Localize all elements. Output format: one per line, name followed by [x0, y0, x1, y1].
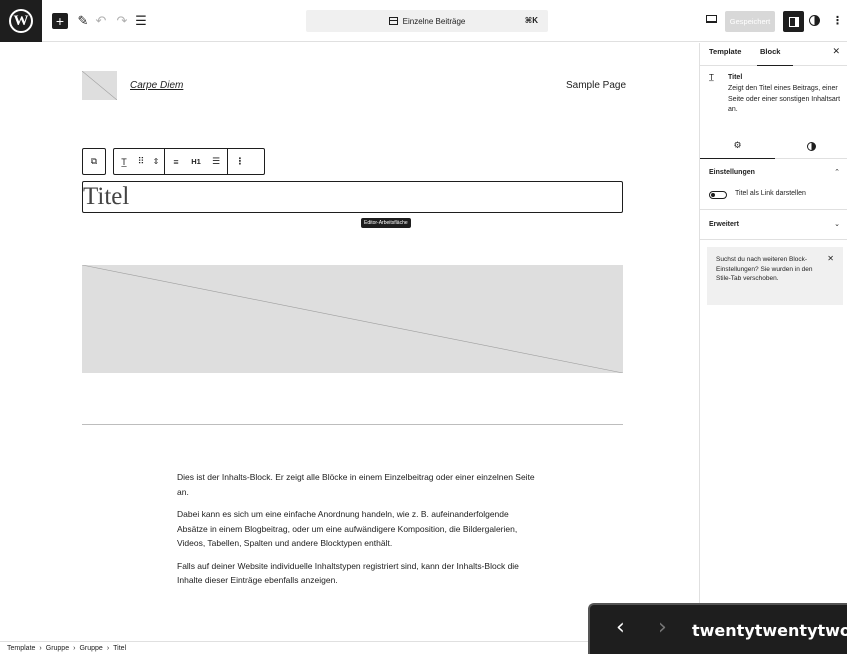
breadcrumb-item[interactable]: Titel	[113, 645, 126, 652]
settings-panel: Einstellungen ⌃ Titel als Link darstelle…	[700, 160, 847, 210]
advanced-panel[interactable]: Erweitert ⌄	[700, 210, 847, 240]
content-paragraph[interactable]: Dabei kann es sich um eine einfache Anor…	[177, 507, 537, 551]
site-title[interactable]: Carpe Diem	[130, 80, 183, 91]
title-block-icon[interactable]: T̲	[114, 149, 134, 174]
move-up-down-icon[interactable]: ⇕	[148, 149, 164, 174]
close-icon[interactable]: ✕	[832, 46, 840, 57]
block-toolbar: T̲ ⠿ ⇕ ≡ H1 ☰ ⋮	[113, 148, 265, 175]
chevron-right-icon: ›	[73, 644, 76, 652]
chevron-right-icon[interactable]: ›	[658, 615, 667, 641]
top-toolbar: W + ✎ ↶ ↷ ☰ Einzelne Beiträge ⌘K Gespeic…	[0, 0, 847, 42]
title-block-icon: T̲	[709, 73, 714, 82]
block-description: Zeigt den Titel eines Beitrags, einer Se…	[728, 85, 841, 113]
document-overview-icon[interactable]: ☰	[134, 13, 148, 29]
select-parent-icon[interactable]: ⧉	[83, 149, 105, 174]
settings-panel-button[interactable]	[783, 11, 804, 32]
link-toggle[interactable]	[709, 191, 727, 199]
wordpress-logo-icon: W	[9, 9, 33, 33]
chevron-down-icon[interactable]: ⌄	[834, 220, 840, 228]
command-shortcut: ⌘K	[524, 16, 538, 25]
close-icon[interactable]: ✕	[827, 254, 834, 264]
command-palette-button[interactable]: Einzelne Beiträge ⌘K	[306, 10, 548, 32]
sidebar-tabs: Template Block ✕	[700, 43, 847, 66]
text-align-icon[interactable]: ☰	[205, 149, 227, 174]
chevron-right-icon: ›	[39, 644, 42, 652]
more-options-icon[interactable]: ⋮	[832, 13, 843, 29]
heading-level-button[interactable]: H1	[187, 149, 205, 174]
gear-icon: ⚙	[733, 140, 742, 150]
post-content[interactable]: Dies ist der Inhalts-Block. Er zeigt all…	[177, 470, 537, 596]
command-label: Einzelne Beiträge	[402, 16, 466, 26]
template-icon	[388, 17, 398, 25]
add-block-button[interactable]: +	[52, 13, 68, 29]
editor-root: W + ✎ ↶ ↷ ☰ Einzelne Beiträge ⌘K Gespeic…	[0, 0, 847, 654]
chevron-up-icon[interactable]: ⌃	[834, 168, 840, 176]
sidebar-toggle-icon	[788, 16, 799, 27]
post-title[interactable]: Titel	[83, 183, 129, 211]
chevron-left-icon[interactable]: ‹	[616, 615, 625, 641]
block-name: Titel	[728, 74, 743, 81]
advanced-title[interactable]: Erweitert	[709, 221, 739, 228]
wordpress-logo-button[interactable]: W	[0, 0, 42, 42]
settings-title[interactable]: Einstellungen	[709, 169, 755, 176]
content-paragraph[interactable]: Falls auf deiner Website individuelle In…	[177, 559, 537, 588]
tab-styles[interactable]	[775, 133, 847, 159]
editor-canvas[interactable]: Carpe Diem Sample Page ⧉ T̲ ⠿ ⇕ ≡ H1 ☰ ⋮…	[0, 43, 699, 641]
content-paragraph[interactable]: Dies ist der Inhalts-Block. Er zeigt all…	[177, 470, 537, 499]
block-toolbar-parent: ⧉	[82, 148, 106, 175]
notice-box: Suchst du nach weiteren Block-Einstellun…	[707, 247, 843, 305]
drag-handle-icon[interactable]: ⠿	[134, 149, 148, 174]
inspector-tabs: ⚙	[700, 133, 847, 159]
undo-icon[interactable]: ↶	[95, 13, 107, 29]
breadcrumb-item[interactable]: Template	[7, 645, 35, 652]
device-preview-icon[interactable]	[706, 15, 717, 23]
separator	[82, 424, 623, 425]
tab-settings[interactable]: ⚙	[700, 133, 775, 159]
chevron-right-icon: ›	[106, 644, 110, 652]
theme-switcher-overlay: ‹ › twentytwentytwo	[588, 603, 847, 654]
pencil-icon[interactable]: ✎	[77, 13, 89, 29]
styles-icon	[807, 141, 816, 151]
toggle-label: Titel als Link darstellen	[735, 190, 806, 197]
featured-image-placeholder[interactable]	[82, 265, 623, 373]
save-button[interactable]: Gespeichert	[725, 11, 775, 32]
styles-icon[interactable]	[809, 15, 820, 26]
block-options-icon[interactable]: ⋮	[228, 149, 252, 174]
redo-icon[interactable]: ↷	[116, 13, 128, 29]
site-logo-placeholder[interactable]	[82, 71, 117, 100]
theme-name: twentytwentytwo	[692, 621, 847, 640]
tooltip: Editor-Arbeitsfläche	[361, 218, 411, 228]
nav-link-sample-page[interactable]: Sample Page	[566, 80, 626, 91]
align-icon[interactable]: ≡	[165, 149, 187, 174]
notice-text: Suchst du nach weiteren Block-Einstellun…	[716, 256, 813, 282]
block-card: T̲ Titel Zeigt den Titel eines Beitrags,…	[700, 67, 847, 113]
post-title-block[interactable]: Titel	[82, 181, 623, 213]
settings-sidebar: Template Block ✕ T̲ Titel Zeigt den Tite…	[699, 43, 847, 641]
tab-block[interactable]: Block	[757, 43, 793, 66]
breadcrumb-item[interactable]: Gruppe	[46, 645, 69, 652]
breadcrumb-item[interactable]: Gruppe	[79, 645, 102, 652]
tab-template[interactable]: Template	[709, 43, 741, 66]
